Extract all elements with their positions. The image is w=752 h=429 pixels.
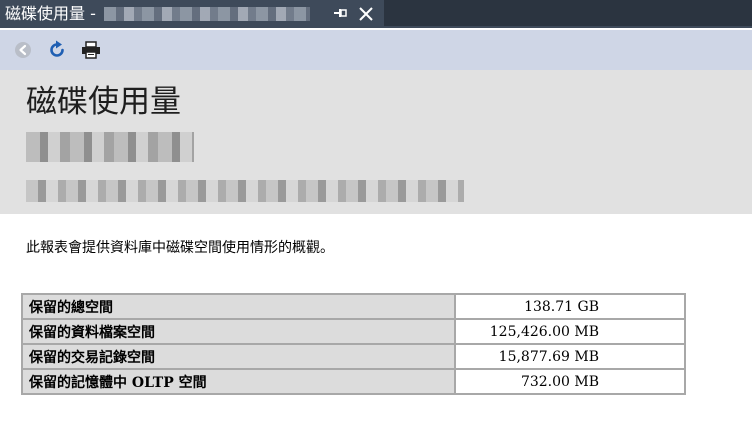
tab-title: 磁碟使用量 - — [5, 4, 96, 23]
back-button[interactable] — [13, 40, 33, 60]
report-toolbar — [0, 30, 752, 70]
document-tab[interactable]: 磁碟使用量 - — [0, 0, 384, 28]
row-label: 保留的資料檔案空間 — [21, 318, 456, 345]
row-value: 125,426.00 MB — [454, 318, 686, 345]
row-label: 保留的總空間 — [21, 293, 456, 320]
row-value: 732.00 MB — [454, 368, 686, 395]
printer-icon — [82, 41, 100, 59]
close-icon[interactable] — [357, 6, 375, 22]
row-value: 15,877.69 MB — [454, 343, 686, 370]
report-subtitle-redacted — [26, 180, 464, 202]
back-arrow-icon — [15, 42, 31, 58]
table-row: 保留的總空間 138.71 GB — [21, 293, 686, 320]
refresh-button[interactable] — [47, 40, 67, 60]
pin-icon[interactable] — [332, 7, 348, 21]
table-row: 保留的記憶體中 OLTP 空間 732.00 MB — [21, 368, 686, 395]
report-header: 磁碟使用量 — [0, 70, 752, 214]
table-row: 保留的交易記錄空間 15,877.69 MB — [21, 343, 686, 370]
refresh-icon — [50, 40, 64, 57]
document-tab-strip: 磁碟使用量 - — [0, 0, 752, 28]
row-label: 保留的記憶體中 OLTP 空間 — [21, 368, 456, 395]
disk-usage-table: 保留的總空間 138.71 GB 保留的資料檔案空間 125,426.00 MB… — [21, 293, 686, 395]
table-row: 保留的資料檔案空間 125,426.00 MB — [21, 318, 686, 345]
tab-title-redacted — [103, 7, 310, 21]
print-button[interactable] — [81, 40, 101, 60]
tab-accent-line — [0, 26, 752, 28]
report-title: 磁碟使用量 — [26, 84, 181, 120]
row-value: 138.71 GB — [454, 293, 686, 320]
server-name-redacted — [26, 132, 194, 162]
row-label: 保留的交易記錄空間 — [21, 343, 456, 370]
report-description: 此報表會提供資料庫中磁碟空間使用情形的概觀。 — [26, 240, 334, 256]
